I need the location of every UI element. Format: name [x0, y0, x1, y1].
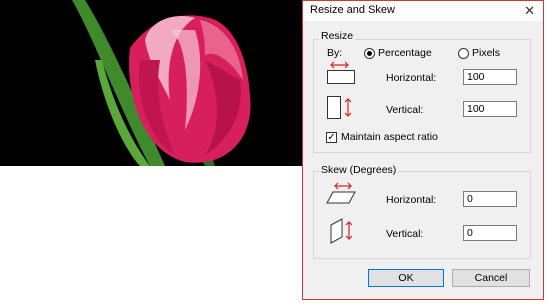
canvas-photo: [0, 0, 302, 166]
dialog-titlebar[interactable]: Resize and Skew ✕: [303, 1, 543, 21]
by-label: By:: [327, 47, 343, 59]
skew-vertical-icon: [330, 218, 353, 244]
maintain-aspect-label[interactable]: Maintain aspect ratio: [341, 131, 438, 143]
skew-horizontal-input[interactable]: 0: [463, 191, 517, 207]
percentage-label[interactable]: Percentage: [378, 47, 432, 59]
skew-horizontal-icon: [326, 182, 356, 204]
maintain-aspect-checkbox[interactable]: ✓: [326, 132, 337, 143]
resize-vertical-label: Vertical:: [386, 104, 424, 116]
percentage-radio[interactable]: [364, 48, 375, 59]
tulip-image: [0, 0, 302, 166]
cancel-button[interactable]: Cancel: [452, 269, 530, 287]
resize-horizontal-input[interactable]: 100: [463, 69, 517, 85]
resize-horizontal-label: Horizontal:: [386, 72, 437, 84]
resize-skew-dialog: Resize and Skew ✕ Resize By: Percentage …: [302, 0, 544, 300]
pixels-radio[interactable]: [458, 48, 469, 59]
skew-vertical-input[interactable]: 0: [463, 225, 517, 241]
close-icon[interactable]: ✕: [524, 3, 535, 19]
dialog-title: Resize and Skew: [310, 4, 395, 16]
ok-button[interactable]: OK: [368, 269, 444, 287]
vertical-resize-icon: [327, 96, 352, 119]
resize-vertical-input[interactable]: 100: [463, 101, 517, 117]
skew-group-label: Skew (Degrees): [319, 164, 399, 176]
pixels-label[interactable]: Pixels: [472, 47, 500, 59]
horizontal-resize-icon: [327, 61, 355, 84]
skew-vertical-label: Vertical:: [386, 228, 424, 240]
canvas-empty-area: [0, 166, 302, 307]
skew-horizontal-label: Horizontal:: [386, 194, 437, 206]
resize-group-label: Resize: [319, 30, 356, 42]
